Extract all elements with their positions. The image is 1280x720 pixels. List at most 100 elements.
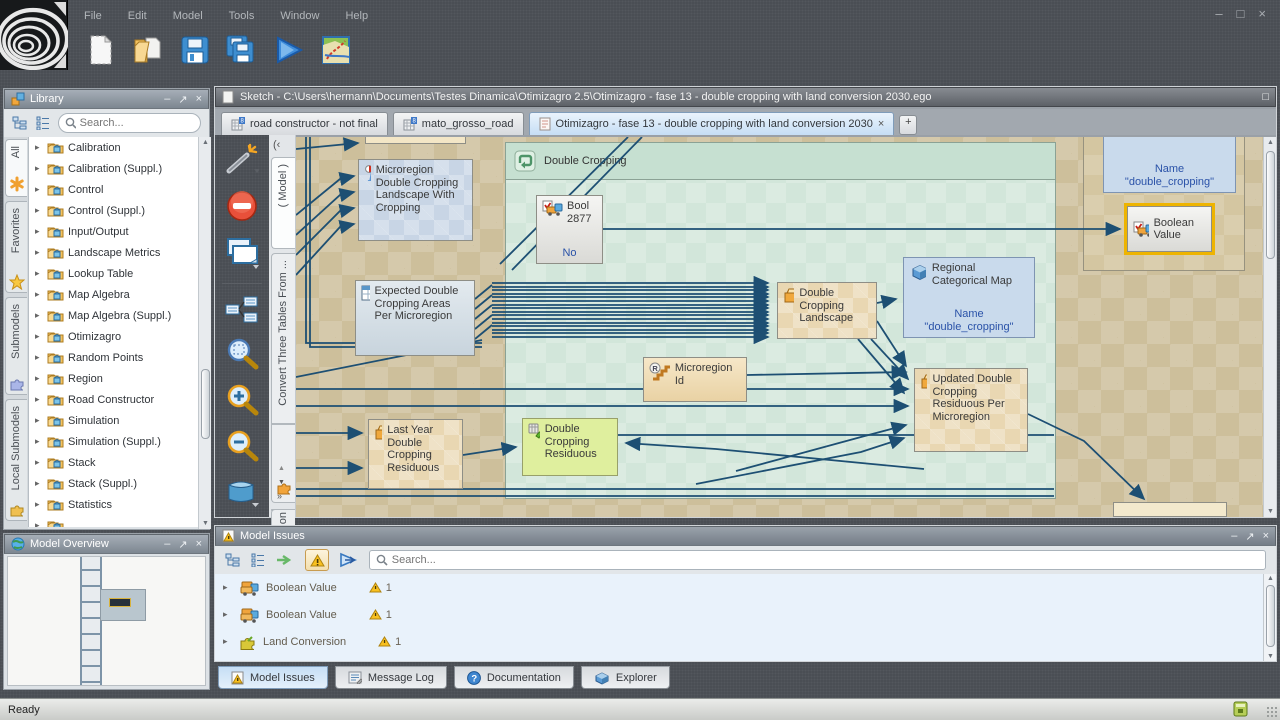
library-float-button[interactable]: ↗	[178, 93, 187, 106]
cube-tool-icon[interactable]	[224, 475, 260, 510]
save-all-models-button[interactable]	[225, 33, 259, 67]
expand-arrow-icon[interactable]: ▸	[35, 226, 43, 237]
expand-arrow-icon[interactable]: ▸	[35, 184, 43, 195]
menu-item[interactable]: Window	[280, 10, 319, 22]
window-maximize-button[interactable]: □	[1237, 6, 1245, 21]
library-list-item[interactable]: ▸ Control (Suppl.)	[29, 200, 198, 221]
expand-arrow-icon[interactable]: ▸	[35, 478, 43, 489]
run-filter-icon[interactable]	[339, 552, 359, 568]
new-model-button[interactable]	[84, 33, 118, 67]
issue-row[interactable]: ▸ Boolean Value 1	[215, 574, 1263, 601]
overview-float-button[interactable]: ↗	[178, 538, 187, 551]
expand-arrow-icon[interactable]: ▸	[35, 436, 43, 447]
issues-close-button[interactable]: ×	[1263, 530, 1269, 543]
tab-overflow-icon[interactable]: »	[277, 491, 282, 501]
tab-model-issues[interactable]: Model Issues	[218, 666, 328, 689]
sketch-canvas[interactable]: Double Cropping	[296, 137, 1263, 517]
zoom-fit-icon[interactable]	[225, 337, 259, 374]
library-list-item[interactable]: ▸ Map Algebra (Suppl.)	[29, 305, 198, 326]
issues-scrollbar-thumb[interactable]	[1266, 585, 1275, 647]
expand-arrow-icon[interactable]: ▸	[35, 373, 43, 384]
library-list-item[interactable]: ▸ Calibration (Suppl.)	[29, 158, 198, 179]
library-list-item[interactable]: ▸ Random Points	[29, 347, 198, 368]
wand-tool-icon[interactable]	[225, 143, 259, 180]
menu-item[interactable]: File	[84, 10, 102, 22]
resize-grip[interactable]	[1266, 706, 1278, 718]
library-list-item[interactable]: ▸	[29, 515, 198, 527]
tab-close-icon[interactable]: ×	[878, 118, 884, 130]
library-list-item[interactable]: ▸ Lookup Table	[29, 263, 198, 284]
library-tab-all[interactable]: All	[5, 139, 27, 197]
node-bool-2877[interactable]: Bool 2877 No	[536, 195, 603, 264]
library-list-item[interactable]: ▸ Otimizagro	[29, 326, 198, 347]
overview-minimize-button[interactable]: –	[164, 538, 170, 551]
clipped-top-node[interactable]	[365, 137, 466, 144]
library-tab-local-submodels[interactable]: Local Submodels	[5, 399, 27, 521]
expand-arrow-icon[interactable]: ▸	[35, 352, 43, 363]
library-list-item[interactable]: ▸ Simulation	[29, 410, 198, 431]
library-titlebar[interactable]: Library – ↗ ×	[4, 89, 209, 109]
expand-arrow-icon[interactable]: ▸	[223, 582, 233, 593]
node-last-year-double-cropping-residuous[interactable]: Last Year Double Cropping Residuous	[368, 419, 463, 489]
library-list-item[interactable]: ▸ Map Algebra	[29, 284, 198, 305]
library-list-item[interactable]: ▸ Stack	[29, 452, 198, 473]
sketch-titlebar[interactable]: Sketch - C:\Users\hermann\Documents\Test…	[215, 87, 1276, 107]
library-tab-submodels[interactable]: Submodels	[5, 297, 27, 395]
list-view-icon[interactable]	[36, 116, 50, 130]
node-expected-double-cropping-areas[interactable]: Expected Double Cropping Areas Per Micro…	[355, 280, 475, 356]
library-list-item[interactable]: ▸ Road Constructor	[29, 389, 198, 410]
save-model-button[interactable]	[178, 33, 212, 67]
issues-scrollbar[interactable]: ▲ ▼	[1263, 574, 1276, 661]
sketch-tab-active[interactable]: Otimizagro - fase 13 - double cropping w…	[529, 112, 895, 135]
library-list-item[interactable]: ▸ Calibration	[29, 137, 198, 158]
menu-item[interactable]: Tools	[229, 10, 255, 22]
library-close-button[interactable]: ×	[196, 93, 202, 106]
expand-arrow-icon[interactable]: ▸	[223, 609, 233, 620]
issues-search-input[interactable]	[392, 554, 1259, 566]
clipped-bottom-node[interactable]	[1113, 502, 1227, 517]
tab-documentation[interactable]: ? Documentation	[454, 666, 574, 689]
sketch-tab[interactable]: 8 mato_grosso_road	[393, 112, 524, 135]
library-list-item[interactable]: ▸ Control	[29, 179, 198, 200]
expand-arrow-icon[interactable]: ▸	[35, 310, 43, 321]
show-warnings-toggle[interactable]	[305, 549, 329, 571]
node-microregion-double-cropping-landscape[interactable]: π Microregion Double Cropping Landscape …	[358, 159, 473, 241]
model-tab[interactable]: ( Model )	[271, 157, 295, 249]
open-model-button[interactable]	[131, 33, 165, 67]
tree-view-icon[interactable]	[12, 116, 28, 130]
node-double-cropping-residuous[interactable]: Double Cropping Residuous	[522, 418, 618, 476]
window-minimize-button[interactable]: –	[1215, 6, 1222, 21]
model-overview-titlebar[interactable]: Model Overview – ↗ ×	[4, 534, 209, 554]
expand-arrow-icon[interactable]: ▸	[223, 636, 233, 647]
library-list-item[interactable]: ▸ Region	[29, 368, 198, 389]
next-issue-icon[interactable]	[275, 554, 295, 566]
tab-message-log[interactable]: Message Log	[335, 666, 447, 689]
expand-arrow-icon[interactable]: ▸	[35, 163, 43, 174]
issues-minimize-button[interactable]: –	[1231, 530, 1237, 543]
expand-arrow-icon[interactable]: ▸	[35, 205, 43, 216]
canvas-vertical-scrollbar[interactable]: ▲ ▼	[1263, 137, 1276, 517]
model-overview-thumbnail[interactable]	[7, 556, 206, 686]
issue-row[interactable]: ▸ Boolean Value 1	[215, 601, 1263, 628]
sketch-maximize-button[interactable]: □	[1262, 91, 1269, 103]
node-microregion-id[interactable]: R Microregion Id	[643, 357, 747, 402]
window-close-button[interactable]: ×	[1258, 6, 1266, 21]
issue-row[interactable]: ▸ Land Conversion 1	[215, 628, 1263, 655]
remove-tool-icon[interactable]	[225, 189, 259, 226]
node-regional-categorical-map[interactable]: Regional Categorical Map Name "double_cr…	[903, 257, 1035, 338]
menu-item[interactable]: Edit	[128, 10, 147, 22]
library-list-item[interactable]: ▸ Landscape Metrics	[29, 242, 198, 263]
sketch-tab[interactable]: 8 road constructor - not final	[221, 112, 388, 135]
expand-arrow-icon[interactable]: ▸	[35, 331, 43, 342]
layout-tool-icon[interactable]	[224, 295, 260, 328]
library-list-item[interactable]: ▸ Input/Output	[29, 221, 198, 242]
collapse-strip-icon[interactable]: (‹	[273, 139, 280, 151]
issues-float-button[interactable]: ↗	[1245, 530, 1254, 543]
status-tray-icon[interactable]	[1233, 700, 1248, 720]
run-model-button[interactable]	[272, 33, 306, 67]
expand-arrow-icon[interactable]: ▸	[35, 268, 43, 279]
list-view-icon[interactable]	[251, 553, 265, 567]
expand-arrow-icon[interactable]: ▸	[35, 394, 43, 405]
overview-close-button[interactable]: ×	[196, 538, 202, 551]
expand-arrow-icon[interactable]: ▸	[35, 520, 43, 527]
